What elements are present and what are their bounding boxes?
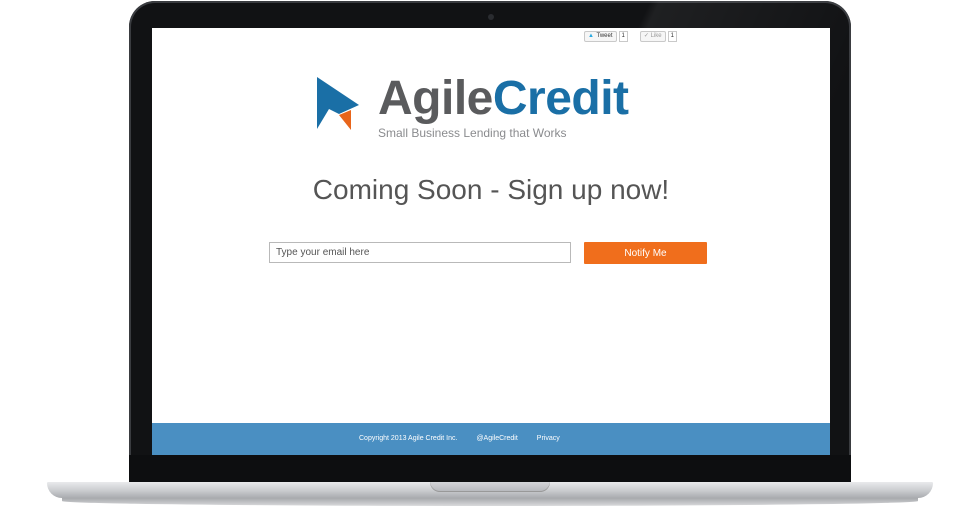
logo-mark-icon	[317, 77, 359, 130]
like-label: Like	[650, 32, 662, 39]
footer-links: Copyright 2013 Agile Credit Inc. @AgileC…	[359, 435, 560, 442]
laptop-screen: ▲ Tweet 1 ✓ Like 1 AgileCredit Small Bus…	[152, 28, 830, 455]
email-input[interactable]	[269, 242, 571, 263]
tweet-count: 1	[618, 30, 628, 42]
social-buttons: ▲ Tweet 1 ✓ Like 1	[584, 30, 677, 42]
page-headline: Coming Soon - Sign up now!	[312, 174, 670, 205]
like-button-label-wrap[interactable]: ✓ Like	[639, 30, 666, 42]
tweet-label: Tweet	[596, 32, 613, 39]
footer: Copyright 2013 Agile Credit Inc. @AgileC…	[152, 423, 830, 455]
notify-me-button[interactable]: Notify Me	[584, 242, 707, 264]
twitter-bird-icon: ▲	[588, 32, 594, 39]
tweet-button-label-wrap[interactable]: ▲ Tweet	[584, 30, 617, 42]
tweet-button[interactable]: ▲ Tweet 1	[584, 30, 628, 42]
logo-credit: Credit	[492, 72, 629, 125]
thumbs-up-icon: ✓	[643, 32, 649, 39]
logo-tagline: Small Business Lending that Works	[378, 126, 567, 140]
laptop-notch	[430, 482, 550, 492]
like-button[interactable]: ✓ Like 1	[639, 30, 677, 42]
like-count: 1	[667, 30, 677, 42]
logo-wordmark: AgileCredit	[378, 71, 629, 127]
camera	[488, 14, 494, 20]
logo-agile: Agile	[378, 72, 493, 125]
footer-twitter-link[interactable]: @AgileCredit	[476, 435, 517, 442]
laptop-bezel-bottom	[129, 455, 851, 483]
agilecredit-logo: AgileCredit Small Business Lending that …	[317, 71, 662, 143]
footer-privacy-link[interactable]: Privacy	[537, 435, 560, 442]
footer-copyright: Copyright 2013 Agile Credit Inc.	[359, 435, 458, 442]
